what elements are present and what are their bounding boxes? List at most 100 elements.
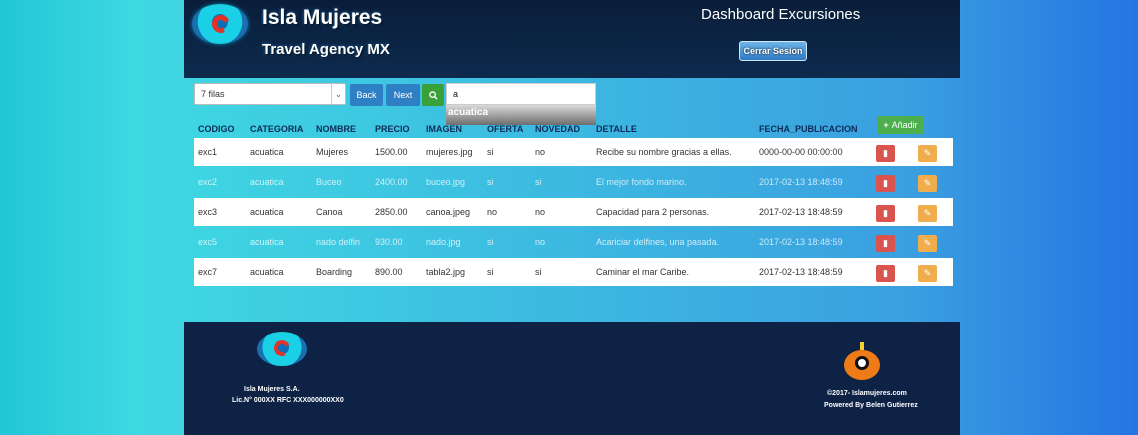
mascot-eye bbox=[855, 356, 869, 370]
cell-novedad: si bbox=[535, 267, 542, 277]
column-header-codigo: CODIGO bbox=[198, 124, 235, 134]
cell-fecha: 2017-02-13 18:48:59 bbox=[759, 207, 843, 217]
cell-fecha: 2017-02-13 18:48:59 bbox=[759, 267, 843, 277]
cell-imagen: tabla2.jpg bbox=[426, 267, 466, 277]
edit-button[interactable]: ✎ bbox=[918, 145, 937, 162]
mascot-antenna bbox=[860, 342, 864, 350]
edit-button[interactable]: ✎ bbox=[918, 205, 937, 222]
table-row: exc1 acuatica Mujeres 1500.00 mujeres.jp… bbox=[194, 138, 953, 166]
cell-precio: 1500.00 bbox=[375, 147, 408, 157]
trash-icon: ▮ bbox=[883, 148, 888, 158]
back-button[interactable]: Back bbox=[350, 84, 383, 106]
cell-categoria: acuatica bbox=[250, 267, 284, 277]
table-row: exc5 acuatica nado delfin 930.00 nado.jp… bbox=[194, 228, 953, 256]
cell-categoria: acuatica bbox=[250, 177, 284, 187]
delete-button[interactable]: ▮ bbox=[876, 175, 895, 192]
pencil-icon: ✎ bbox=[923, 178, 932, 188]
cell-novedad: no bbox=[535, 147, 546, 157]
cell-imagen: nado.jpg bbox=[426, 237, 461, 247]
cell-fecha: 0000-00-00 00:00:00 bbox=[759, 147, 843, 157]
page: Isla Mujeres Travel Agency MX Dashboard … bbox=[184, 0, 960, 435]
footer-company: Isla Mujeres S.A. bbox=[244, 386, 300, 393]
footer-powered-by: Powered By Belen Gutierrez bbox=[824, 402, 918, 409]
cell-detalle: Acariciar delfines, una pasada. bbox=[596, 237, 720, 247]
footer-copyright: ©2017- Islamujeres.com bbox=[827, 390, 907, 397]
cell-codigo: exc3 bbox=[198, 207, 218, 217]
search-button[interactable] bbox=[422, 84, 444, 106]
cell-novedad: no bbox=[535, 207, 546, 217]
table-row: exc3 acuatica Canoa 2850.00 canoa.jpeg n… bbox=[194, 198, 953, 226]
brand-title: Isla Mujeres bbox=[262, 6, 383, 29]
cell-detalle: Caminar el mar Caribe. bbox=[596, 267, 690, 277]
table-row: exc7 acuatica Boarding 890.00 tabla2.jpg… bbox=[194, 258, 953, 286]
column-header-precio: PRECIO bbox=[375, 124, 410, 134]
trash-icon: ▮ bbox=[883, 178, 888, 188]
footer-logo bbox=[257, 332, 307, 366]
mascot-icon bbox=[844, 342, 880, 382]
cell-oferta: si bbox=[487, 177, 494, 187]
logout-button[interactable]: Cerrar Sesion bbox=[739, 41, 807, 61]
column-header-fecha: FECHA_PUBLICACION bbox=[759, 124, 858, 134]
cell-oferta: no bbox=[487, 207, 498, 217]
edit-button[interactable]: ✎ bbox=[918, 235, 937, 252]
cell-fecha: 2017-02-13 18:48:59 bbox=[759, 237, 843, 247]
dashboard-title: Dashboard Excursiones bbox=[701, 6, 861, 23]
cell-oferta: si bbox=[487, 147, 494, 157]
footer: Isla Mujeres S.A. Lic.N° 000XX RFC XXX00… bbox=[184, 322, 960, 435]
cell-nombre: Canoa bbox=[316, 207, 343, 217]
pencil-icon: ✎ bbox=[923, 148, 932, 158]
cell-imagen: mujeres.jpg bbox=[426, 147, 473, 157]
delete-button[interactable]: ▮ bbox=[876, 265, 895, 282]
add-button-label: Añadir bbox=[891, 120, 918, 130]
cell-novedad: si bbox=[535, 177, 542, 187]
cell-codigo: exc5 bbox=[198, 237, 218, 247]
table-row: exc2 acuatica Buceo 2400.00 buceo.jpg si… bbox=[194, 168, 953, 196]
column-header-detalle: DETALLE bbox=[596, 124, 637, 134]
trash-icon: ▮ bbox=[883, 238, 888, 248]
rows-select-value: 7 filas bbox=[201, 89, 225, 99]
delete-button[interactable]: ▮ bbox=[876, 145, 895, 162]
cell-codigo: exc7 bbox=[198, 267, 218, 277]
cell-nombre: nado delfin bbox=[316, 237, 361, 247]
cell-novedad: no bbox=[535, 237, 546, 247]
edit-button[interactable]: ✎ bbox=[918, 265, 937, 282]
brand-subtitle: Travel Agency MX bbox=[262, 41, 390, 58]
cell-nombre: Mujeres bbox=[316, 147, 349, 157]
cell-codigo: exc1 bbox=[198, 147, 218, 157]
column-header-categoria: CATEGORIA bbox=[250, 124, 304, 134]
cell-precio: 2400.00 bbox=[375, 177, 408, 187]
cell-oferta: si bbox=[487, 267, 494, 277]
logo-mark-icon bbox=[271, 337, 293, 359]
pencil-icon: ✎ bbox=[923, 268, 932, 278]
cell-fecha: 2017-02-13 18:48:59 bbox=[759, 177, 843, 187]
cell-nombre: Boarding bbox=[316, 267, 353, 277]
column-header-novedad: NOVEDAD bbox=[535, 124, 581, 134]
cell-detalle: Capacidad para 2 personas. bbox=[596, 207, 710, 217]
column-header-nombre: NOMBRE bbox=[316, 124, 356, 134]
chevron-down-icon: ⌄ bbox=[331, 84, 345, 104]
autocomplete-suggestion[interactable]: acuatica bbox=[446, 105, 596, 125]
trash-icon: ▮ bbox=[883, 208, 888, 218]
cell-precio: 930.00 bbox=[375, 237, 403, 247]
cell-detalle: El mejor fondo marino. bbox=[596, 177, 687, 187]
next-button[interactable]: Next bbox=[386, 84, 420, 106]
cell-categoria: acuatica bbox=[250, 207, 284, 217]
cell-categoria: acuatica bbox=[250, 147, 284, 157]
logo-mark-icon bbox=[209, 12, 233, 36]
cell-precio: 2850.00 bbox=[375, 207, 408, 217]
edit-button[interactable]: ✎ bbox=[918, 175, 937, 192]
pencil-icon: ✎ bbox=[923, 238, 932, 248]
plus-icon: + bbox=[883, 120, 889, 130]
brand-logo bbox=[192, 4, 248, 44]
search-icon bbox=[428, 90, 438, 100]
cell-imagen: buceo.jpg bbox=[426, 177, 466, 187]
column-header-oferta: OFERTA bbox=[487, 124, 524, 134]
delete-button[interactable]: ▮ bbox=[876, 205, 895, 222]
delete-button[interactable]: ▮ bbox=[876, 235, 895, 252]
cell-imagen: canoa.jpeg bbox=[426, 207, 471, 217]
search-input[interactable]: a bbox=[446, 83, 596, 105]
trash-icon: ▮ bbox=[883, 268, 888, 278]
header: Isla Mujeres Travel Agency MX Dashboard … bbox=[184, 0, 960, 78]
add-button[interactable]: + Añadir bbox=[877, 116, 924, 134]
rows-per-page-select[interactable]: 7 filas ⌄ bbox=[194, 83, 346, 105]
